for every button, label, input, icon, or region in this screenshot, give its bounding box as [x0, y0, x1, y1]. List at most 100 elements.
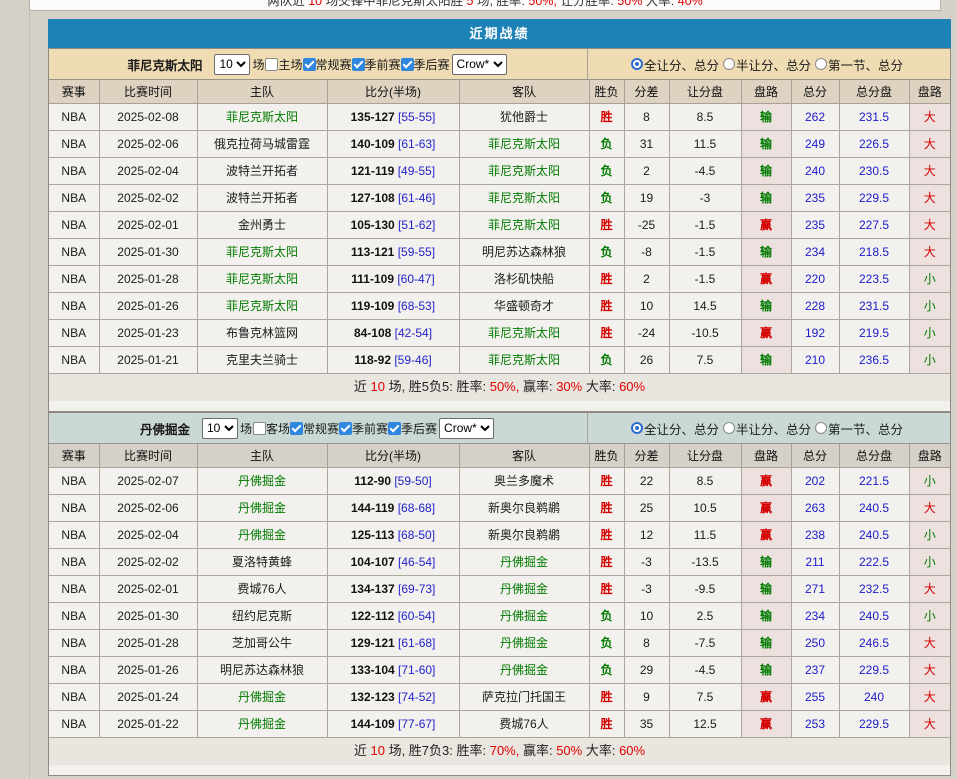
- cell-home-team: 费城76人: [197, 575, 327, 602]
- cell-league: NBA: [49, 521, 99, 548]
- cell-over-under: 大: [909, 130, 950, 157]
- cell-date: 2025-02-01: [99, 575, 197, 602]
- cell-total-points: 250: [791, 629, 839, 656]
- score-halftime: [60-47]: [397, 272, 434, 286]
- cell-total-line: 240.5: [839, 602, 909, 629]
- cell-handicap-result: 输: [741, 346, 791, 373]
- cell-handicap-line: 2.5: [669, 602, 741, 629]
- odds-mode-radio-0[interactable]: [631, 422, 643, 434]
- venue-checkbox[interactable]: [253, 422, 266, 435]
- cell-total-line: 229.5: [839, 184, 909, 211]
- venue-label: 主场: [278, 58, 302, 72]
- cell-date: 2025-01-24: [99, 683, 197, 710]
- score-halftime: [59-50]: [394, 474, 431, 488]
- score-halftime: [68-50]: [398, 528, 435, 542]
- cell-handicap-line: 11.5: [669, 521, 741, 548]
- cell-date: 2025-02-07: [99, 467, 197, 494]
- cell-handicap-line: -10.5: [669, 319, 741, 346]
- odds-mode-radio-1[interactable]: [723, 58, 735, 70]
- cell-over-under: 大: [909, 103, 950, 130]
- cell-handicap-result: 输: [741, 292, 791, 319]
- odds-mode-radio-label: 半让分、总分: [736, 419, 811, 438]
- cell-win-loss: 胜: [589, 494, 624, 521]
- text-segment: 近: [354, 379, 371, 394]
- cell-win-loss: 负: [589, 629, 624, 656]
- score-fulltime: 112-90: [354, 474, 391, 488]
- cell-point-diff: 10: [624, 602, 669, 629]
- text-segment: 50%: [617, 0, 642, 8]
- season-checkbox-2[interactable]: [388, 422, 401, 435]
- season-checkbox-1[interactable]: [352, 58, 365, 71]
- cell-total-line: 226.5: [839, 130, 909, 157]
- cell-handicap-line: 14.5: [669, 292, 741, 319]
- cell-over-under: 小: [909, 521, 950, 548]
- cell-handicap-result: 赢: [741, 211, 791, 238]
- odds-mode-radio-2[interactable]: [815, 422, 827, 434]
- cell-date: 2025-01-21: [99, 346, 197, 373]
- column-header: 让分盘: [669, 80, 741, 103]
- cell-score: 133-104 [71-60]: [327, 656, 459, 683]
- cell-point-diff: -3: [624, 575, 669, 602]
- column-header: 胜负: [589, 444, 624, 467]
- season-checkbox-0[interactable]: [290, 422, 303, 435]
- cell-home-team: 夏洛特黄蜂: [197, 548, 327, 575]
- cell-away-team: 丹佛掘金: [459, 575, 589, 602]
- cell-handicap-result: 输: [741, 238, 791, 265]
- cell-league: NBA: [49, 130, 99, 157]
- season-checkbox-0[interactable]: [303, 58, 316, 71]
- table-row: NBA2025-02-01费城76人134-137 [69-73]丹佛掘金胜-3…: [49, 575, 950, 602]
- cell-away-team: 丹佛掘金: [459, 548, 589, 575]
- games-count-select[interactable]: 10: [214, 54, 250, 75]
- cell-win-loss: 胜: [589, 575, 624, 602]
- cell-date: 2025-01-30: [99, 238, 197, 265]
- cell-score: 105-130 [51-62]: [327, 211, 459, 238]
- cell-home-team: 丹佛掘金: [197, 710, 327, 737]
- cell-handicap-result: 输: [741, 184, 791, 211]
- column-header: 比赛时间: [99, 80, 197, 103]
- cell-total-points: 211: [791, 548, 839, 575]
- text-segment: 5: [467, 0, 474, 8]
- cell-home-team: 俄克拉荷马城雷霆: [197, 130, 327, 157]
- cell-away-team: 新奥尔良鹈鹕: [459, 494, 589, 521]
- cell-handicap-line: 11.5: [669, 130, 741, 157]
- cell-total-points: 234: [791, 602, 839, 629]
- column-header: 客队: [459, 444, 589, 467]
- cell-total-points: 202: [791, 467, 839, 494]
- season-checkbox-label: 常规赛: [303, 422, 339, 436]
- column-header: 客队: [459, 80, 589, 103]
- season-checkbox-1[interactable]: [339, 422, 352, 435]
- score-halftime: [59-55]: [398, 245, 435, 259]
- cell-over-under: 小: [909, 467, 950, 494]
- cell-point-diff: 22: [624, 467, 669, 494]
- odds-provider-select[interactable]: Crow*: [452, 54, 507, 75]
- team-name: 丹佛掘金: [140, 419, 190, 438]
- odds-mode-radio-0[interactable]: [631, 58, 643, 70]
- odds-provider-select[interactable]: Crow*: [439, 418, 494, 439]
- team-summary: 近 10 场, 胜7负3: 胜率: 70%, 赢率: 50% 大率: 60%: [49, 738, 950, 765]
- text-segment: 60%: [619, 743, 645, 758]
- cell-home-team: 菲尼克斯太阳: [197, 238, 327, 265]
- cell-away-team: 犹他爵士: [459, 103, 589, 130]
- cell-win-loss: 胜: [589, 710, 624, 737]
- team-section-phoenix-suns: 菲尼克斯太阳 10 场 主场 常规赛季前赛季后赛 Crow* 全让分、总分半让分…: [48, 48, 951, 412]
- cell-total-line: 229.5: [839, 710, 909, 737]
- venue-checkbox[interactable]: [265, 58, 278, 71]
- odds-mode-radio-2[interactable]: [815, 58, 827, 70]
- cell-date: 2025-02-02: [99, 548, 197, 575]
- cell-home-team: 金州勇士: [197, 211, 327, 238]
- cell-date: 2025-01-23: [99, 319, 197, 346]
- cell-score: 144-119 [68-68]: [327, 494, 459, 521]
- cell-away-team: 新奥尔良鹈鹕: [459, 521, 589, 548]
- cell-handicap-line: 7.5: [669, 346, 741, 373]
- column-header: 总分: [791, 80, 839, 103]
- cell-score: 127-108 [61-46]: [327, 184, 459, 211]
- odds-mode-radio-1[interactable]: [723, 422, 735, 434]
- column-header: 赛事: [49, 80, 99, 103]
- season-checkbox-2[interactable]: [401, 58, 414, 71]
- odds-mode-radio-label: 第一节、总分: [828, 55, 903, 74]
- text-segment: 大率:: [582, 743, 619, 758]
- cell-away-team: 菲尼克斯太阳: [459, 319, 589, 346]
- games-count-select[interactable]: 10: [202, 418, 238, 439]
- cell-point-diff: 12: [624, 521, 669, 548]
- cell-win-loss: 胜: [589, 265, 624, 292]
